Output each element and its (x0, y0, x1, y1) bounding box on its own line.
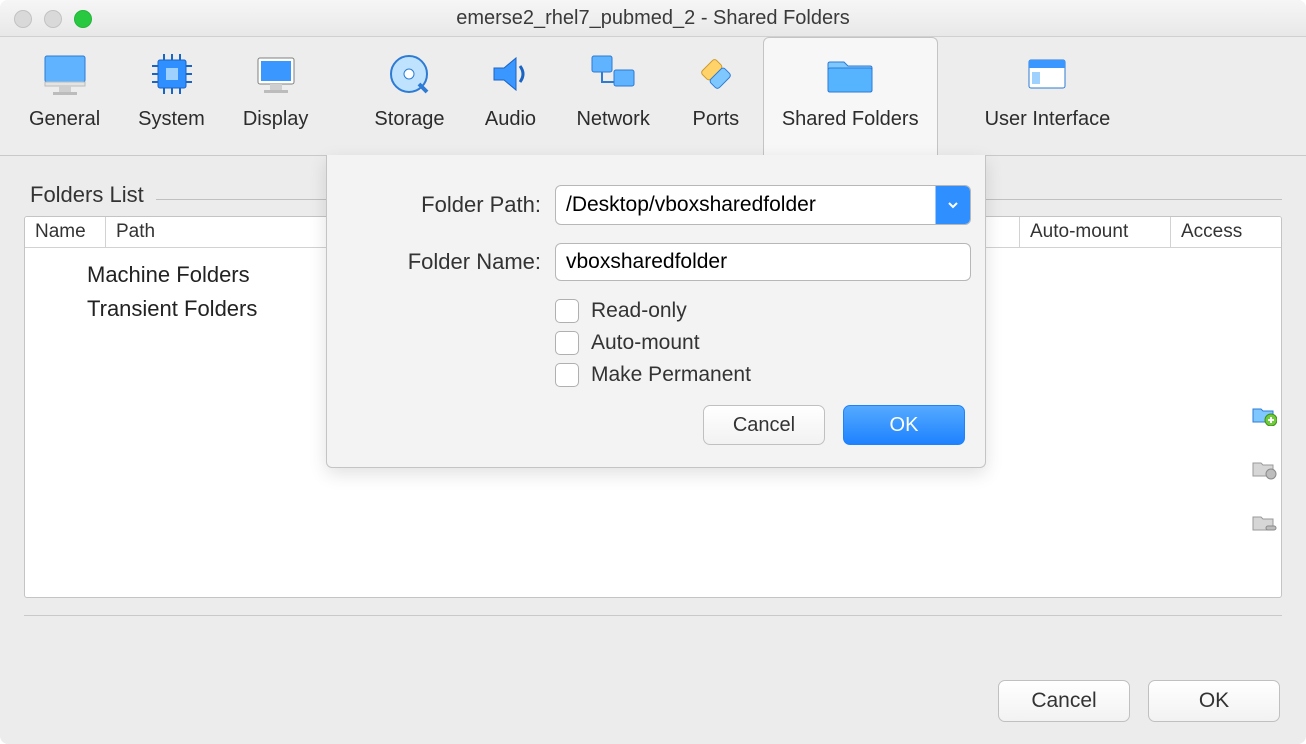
folder-name-input[interactable] (555, 243, 971, 281)
settings-window: emerse2_rhel7_pubmed_2 - Shared Folders … (0, 0, 1306, 744)
tab-label: User Interface (985, 108, 1111, 131)
readonly-row[interactable]: Read-only (555, 299, 971, 323)
automount-checkbox[interactable] (555, 331, 579, 355)
tab-display[interactable]: Display (224, 37, 328, 155)
side-toolbar (1250, 400, 1278, 536)
speaker-icon (482, 50, 538, 100)
footer-buttons: Cancel OK (998, 680, 1280, 722)
readonly-label: Read-only (591, 299, 687, 323)
footer-cancel-button[interactable]: Cancel (998, 680, 1130, 722)
add-share-button[interactable] (1250, 400, 1278, 428)
automount-label: Auto-mount (591, 331, 700, 355)
settings-toolbar: General System Display Storage Audio (0, 37, 1306, 156)
tab-ports[interactable]: Ports (669, 37, 763, 155)
titlebar: emerse2_rhel7_pubmed_2 - Shared Folders (0, 0, 1306, 37)
network-icon (585, 50, 641, 100)
footer-ok-button[interactable]: OK (1148, 680, 1280, 722)
traffic-lights (14, 10, 92, 28)
minimize-window-button[interactable] (44, 10, 62, 28)
tab-label: Storage (374, 108, 444, 131)
permanent-row[interactable]: Make Permanent (555, 363, 971, 387)
tab-label: Display (243, 108, 309, 131)
tab-label: System (138, 108, 205, 131)
tab-general[interactable]: General (10, 37, 119, 155)
edit-share-button[interactable] (1250, 454, 1278, 482)
panel-cancel-button[interactable]: Cancel (703, 405, 825, 445)
disk-icon (381, 50, 437, 100)
automount-row[interactable]: Auto-mount (555, 331, 971, 355)
display-icon (248, 50, 304, 100)
col-access[interactable]: Access (1171, 217, 1281, 247)
window-title: emerse2_rhel7_pubmed_2 - Shared Folders (456, 7, 850, 30)
remove-share-button[interactable] (1250, 508, 1278, 536)
tab-label: Shared Folders (782, 108, 919, 131)
close-window-button[interactable] (14, 10, 32, 28)
monitor-icon (37, 50, 93, 100)
tab-label: Network (576, 108, 649, 131)
tab-user-interface[interactable]: User Interface (966, 37, 1130, 155)
panel-ok-button[interactable]: OK (843, 405, 965, 445)
ui-icon (1019, 50, 1075, 100)
col-name[interactable]: Name (25, 217, 106, 247)
folder-name-label: Folder Name: (341, 249, 555, 275)
tab-shared-folders[interactable]: Shared Folders (763, 37, 938, 156)
zoom-window-button[interactable] (74, 10, 92, 28)
folder-path-label: Folder Path: (341, 192, 555, 218)
folder-icon (822, 50, 878, 100)
tab-label: Audio (485, 108, 536, 131)
col-automount[interactable]: Auto-mount (1020, 217, 1171, 247)
folder-path-combo[interactable] (555, 185, 971, 225)
ports-icon (688, 50, 744, 100)
permanent-checkbox[interactable] (555, 363, 579, 387)
permanent-label: Make Permanent (591, 363, 751, 387)
tab-label: General (29, 108, 100, 131)
folder-path-input[interactable] (556, 186, 935, 224)
readonly-checkbox[interactable] (555, 299, 579, 323)
tab-system[interactable]: System (119, 37, 224, 155)
add-share-panel: Folder Path: Folder Name: Read-only A (326, 155, 986, 468)
tab-audio[interactable]: Audio (463, 37, 557, 155)
tab-network[interactable]: Network (557, 37, 668, 155)
footer-divider (24, 615, 1282, 616)
chip-icon (144, 50, 200, 100)
folder-path-dropdown-button[interactable] (935, 186, 970, 224)
tab-label: Ports (693, 108, 740, 131)
section-title: Folders List (30, 182, 144, 208)
tab-storage[interactable]: Storage (355, 37, 463, 155)
